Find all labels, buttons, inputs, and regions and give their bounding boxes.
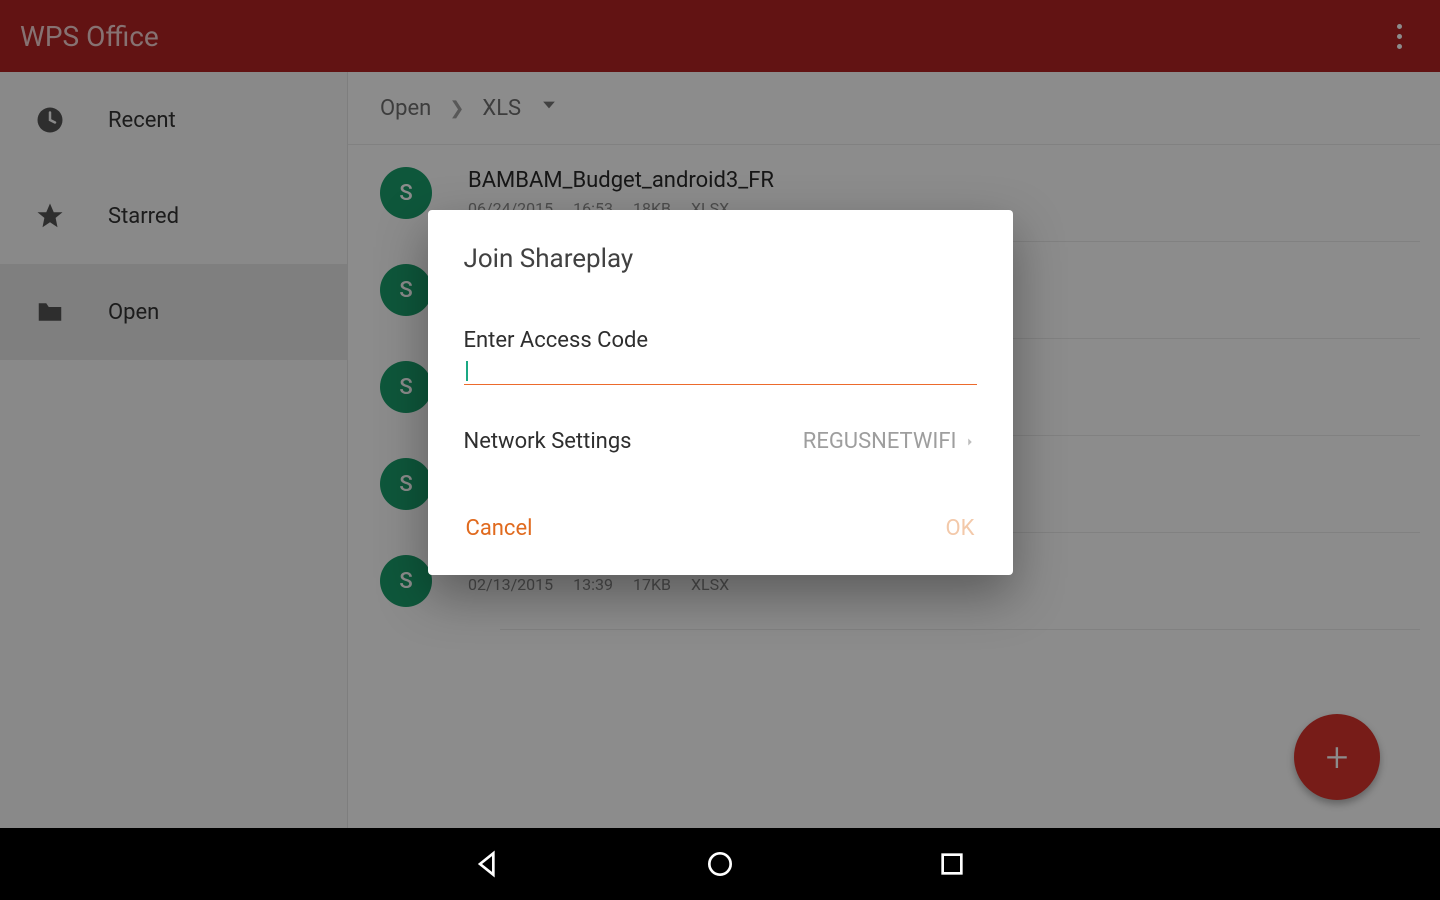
- dialog-actions: Cancel OK: [464, 510, 977, 547]
- recents-button[interactable]: [936, 848, 968, 880]
- ok-button[interactable]: OK: [944, 510, 977, 547]
- back-button[interactable]: [472, 848, 504, 880]
- network-name: REGUSNETWIFI: [803, 429, 957, 454]
- home-button[interactable]: [704, 848, 736, 880]
- network-settings-value[interactable]: REGUSNETWIFI: [803, 429, 977, 454]
- cancel-button[interactable]: Cancel: [464, 510, 535, 547]
- chevron-right-icon: [963, 435, 977, 449]
- access-code-input[interactable]: [464, 357, 977, 385]
- join-shareplay-dialog: Join Shareplay Enter Access Code Network…: [428, 210, 1013, 575]
- modal-scrim[interactable]: Join Shareplay Enter Access Code Network…: [0, 0, 1440, 900]
- network-settings-label: Network Settings: [464, 429, 632, 454]
- network-settings-row[interactable]: Network Settings REGUSNETWIFI: [464, 429, 977, 454]
- android-navbar: [0, 828, 1440, 900]
- access-code-label: Enter Access Code: [464, 328, 977, 353]
- dialog-title: Join Shareplay: [464, 244, 977, 274]
